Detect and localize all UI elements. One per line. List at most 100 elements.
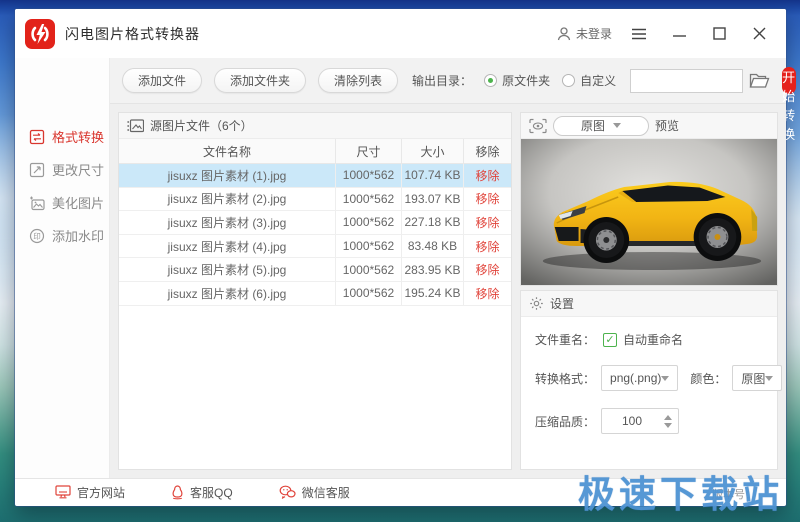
watermark-stamp-icon: 印 [29,228,45,244]
file-list-panel: 源图片文件（6个） 文件名称 尺寸 大小 移除 jisuxz 图片素材 (1).… [118,112,512,470]
auto-rename-checkbox[interactable]: ✓ [603,333,617,347]
qq-penguin-icon [171,485,184,500]
minimize-icon [673,28,686,40]
site-watermark: 极速下载站 [578,464,783,518]
svg-text:印: 印 [33,232,41,241]
format-convert-icon [29,129,45,145]
qq-support-label: 客服QQ [190,484,233,501]
add-file-button[interactable]: 添加文件 [122,68,202,93]
format-label: 转换格式： [535,370,595,387]
remove-link[interactable]: 移除 [463,164,511,187]
source-images-icon [127,119,144,133]
cell-filename: jisuxz 图片素材 (4).jpg [119,235,335,258]
sidebar-label: 更改尺寸 [52,160,104,179]
table-row[interactable]: jisuxz 图片素材 (6).jpg 1000*562 195.24 KB 移… [119,282,511,306]
radio-original-folder[interactable]: 原文件夹 [484,72,550,89]
preview-panel: 原图 预览 [520,112,778,286]
cell-dimensions: 1000*562 [335,211,401,234]
maximize-icon [713,27,726,40]
cell-size: 227.18 KB [401,211,463,234]
app-logo-icon [25,19,55,49]
gear-icon [529,296,544,311]
cell-size: 83.48 KB [401,235,463,258]
column-header-remove: 移除 [463,139,511,163]
hamburger-icon [631,28,647,40]
maximize-button[interactable] [706,21,732,47]
cell-dimensions: 1000*562 [335,282,401,305]
toolbar: 添加文件 添加文件夹 清除列表 输出目录： 原文件夹 自定义 开始转换 [110,58,786,104]
sidebar-item-format-convert[interactable]: 格式转换 [15,120,109,153]
file-list-header: 源图片文件（6个） [119,113,511,139]
table-row[interactable]: jisuxz 图片素材 (2).jpg 1000*562 193.07 KB 移… [119,188,511,212]
cell-size: 107.74 KB [401,164,463,187]
sidebar-item-watermark[interactable]: 印 添加水印 [15,219,109,252]
official-site-link[interactable]: 官方网站 [55,484,125,501]
preview-eye-icon [529,118,547,134]
table-row[interactable]: jisuxz 图片素材 (4).jpg 1000*562 83.48 KB 移除 [119,235,511,259]
table-row[interactable]: jisuxz 图片素材 (1).jpg 1000*562 107.74 KB 移… [119,164,511,188]
main-area: 源图片文件（6个） 文件名称 尺寸 大小 移除 jisuxz 图片素材 (1).… [110,104,786,478]
settings-panel: 设置 文件重名： ✓ 自动重命名 转换格式： png(.png) 颜色： 原图 [520,290,778,470]
sidebar-label: 美化图片 [52,193,104,212]
remove-link[interactable]: 移除 [463,235,511,258]
table-row[interactable]: jisuxz 图片素材 (3).jpg 1000*562 227.18 KB 移… [119,211,511,235]
radio-custom[interactable]: 自定义 [562,72,616,89]
menu-button[interactable] [626,21,652,47]
cell-dimensions: 1000*562 [335,258,401,281]
column-header-size: 大小 [401,139,463,163]
cell-size: 193.07 KB [401,188,463,211]
login-label: 未登录 [576,25,612,42]
sidebar-item-resize[interactable]: 更改尺寸 [15,153,109,186]
cell-filename: jisuxz 图片素材 (3).jpg [119,211,335,234]
wechat-support-label: 微信客服 [302,484,350,501]
output-path-input[interactable] [630,69,743,93]
rename-label: 文件重名： [535,331,595,348]
stepper-up-icon[interactable] [664,415,672,420]
table-header-row: 文件名称 尺寸 大小 移除 [119,139,511,164]
add-folder-button[interactable]: 添加文件夹 [214,68,306,93]
quality-stepper[interactable]: 100 [601,408,679,434]
preview-mode-dropdown[interactable]: 原图 [553,116,649,136]
color-dropdown[interactable]: 原图 [732,365,782,391]
resize-icon [29,162,45,178]
cell-dimensions: 1000*562 [335,164,401,187]
title-bar: 闪电图片格式转换器 未登录 [15,9,786,58]
browse-folder-button[interactable] [749,72,770,89]
file-list-title: 源图片文件（6个） [150,117,253,134]
user-icon [556,26,572,42]
table-row[interactable]: jisuxz 图片素材 (5).jpg 1000*562 283.95 KB 移… [119,258,511,282]
color-value: 原图 [741,370,765,387]
remove-link[interactable]: 移除 [463,188,511,211]
radio-original-label: 原文件夹 [502,72,550,89]
wechat-support-link[interactable]: 微信客服 [279,484,350,501]
minimize-button[interactable] [666,21,692,47]
settings-header: 设置 [521,291,777,317]
beautify-image-icon [29,195,45,211]
column-header-dimensions: 尺寸 [335,139,401,163]
radio-custom-label: 自定义 [580,72,616,89]
qq-support-link[interactable]: 客服QQ [171,484,233,501]
remove-link[interactable]: 移除 [463,282,511,305]
stepper-down-icon[interactable] [664,423,672,428]
app-window: 闪电图片格式转换器 未登录 [15,9,786,506]
auto-rename-label: 自动重命名 [623,331,683,348]
start-convert-button[interactable]: 开始转换 [782,67,796,94]
close-button[interactable] [746,21,772,47]
sidebar-item-beautify[interactable]: 美化图片 [15,186,109,219]
sidebar-label: 添加水印 [52,226,104,245]
cell-filename: jisuxz 图片素材 (1).jpg [119,164,335,187]
preview-image-yellow-suv [521,139,777,285]
sidebar: 格式转换 更改尺寸 美化图片 印 添加水印 [15,58,110,478]
preview-label: 预览 [655,117,679,134]
format-dropdown[interactable]: png(.png) [601,365,678,391]
clear-list-button[interactable]: 清除列表 [318,68,398,93]
remove-link[interactable]: 移除 [463,258,511,281]
cell-filename: jisuxz 图片素材 (6).jpg [119,282,335,305]
radio-dot-unselected[interactable] [562,74,575,87]
column-header-name: 文件名称 [119,139,335,163]
radio-dot-selected[interactable] [484,74,497,87]
login-button[interactable]: 未登录 [556,25,612,42]
settings-title: 设置 [550,295,574,312]
remove-link[interactable]: 移除 [463,211,511,234]
preview-header: 原图 预览 [521,113,777,139]
